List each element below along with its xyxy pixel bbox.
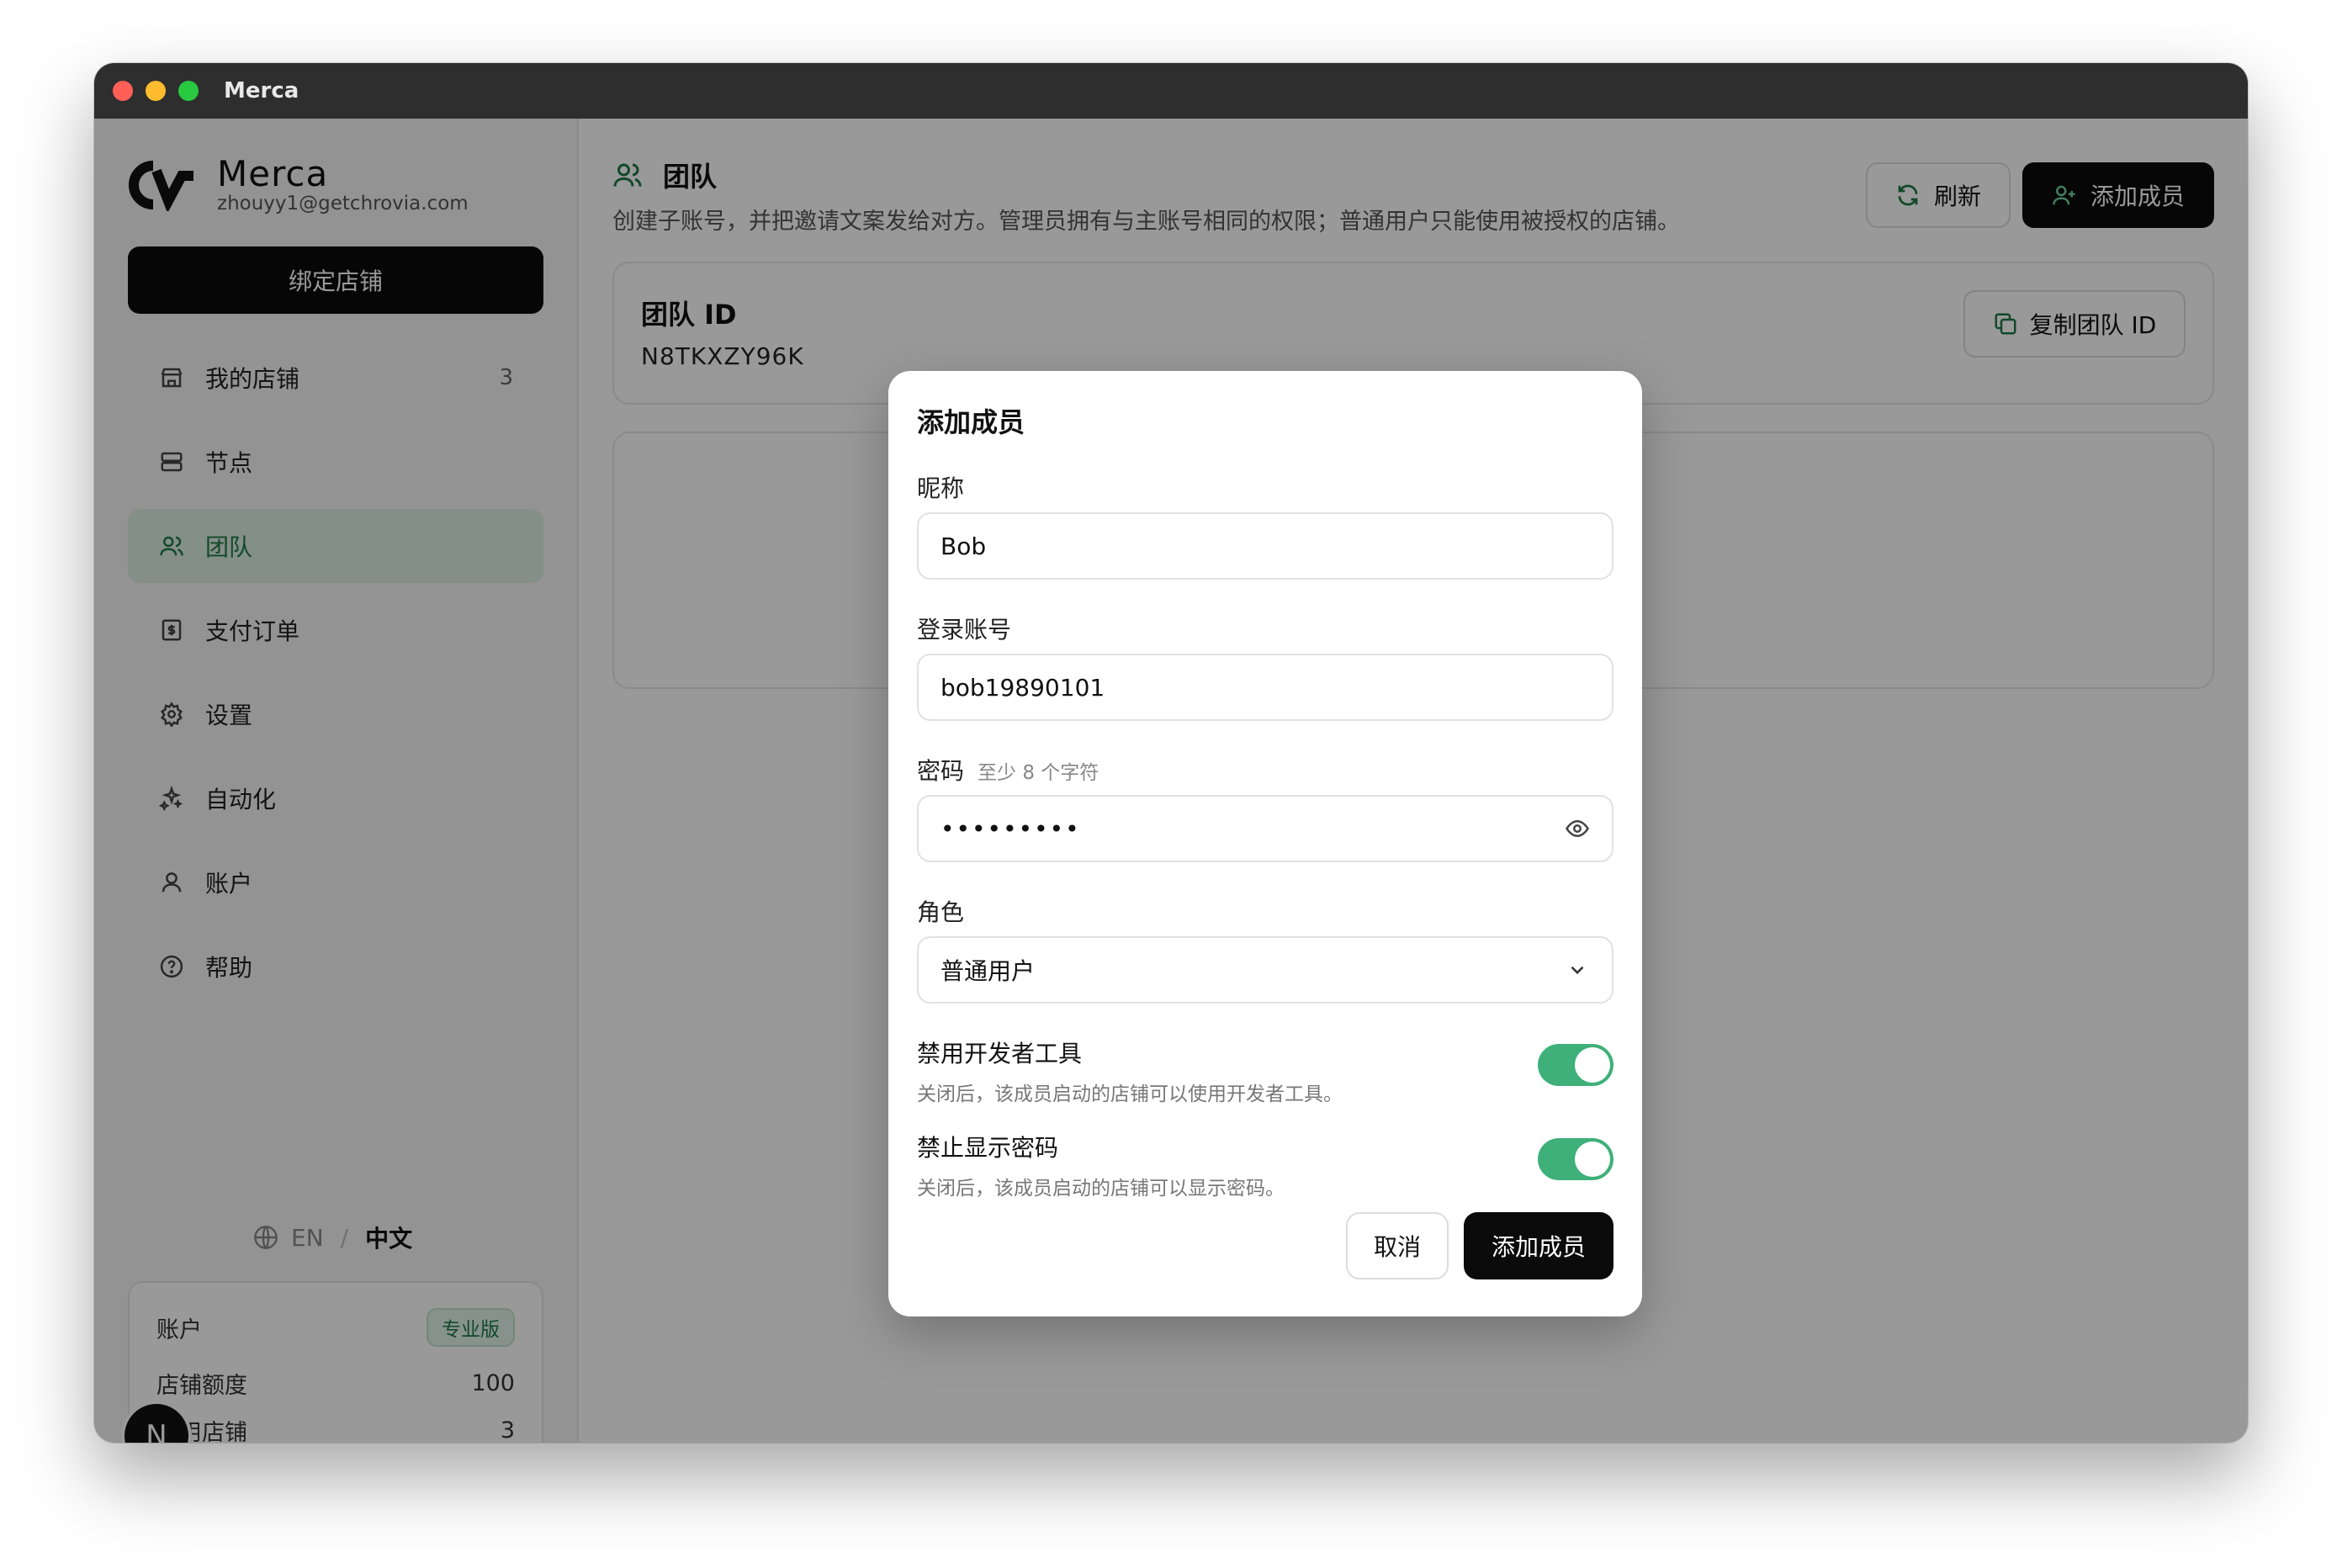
- window-title: Merca: [224, 78, 299, 103]
- disable-devtools-desc: 关闭后，该成员启动的店铺可以使用开发者工具。: [917, 1083, 1343, 1105]
- minimize-window-button[interactable]: [146, 81, 166, 101]
- add-member-dialog: 添加成员 昵称 Bob 登录账号 bob19890101 密码 至少 8 个字符 …: [888, 371, 1642, 1316]
- app-window: Merca Merca zhouyy1@getchrovia.com 绑定店铺: [94, 63, 2248, 1443]
- login-account-label: 登录账号: [917, 616, 1012, 644]
- password-hint: 至少 8 个字符: [978, 762, 1099, 784]
- hide-password-toggle[interactable]: [1538, 1138, 1613, 1180]
- eye-icon[interactable]: [1563, 814, 1592, 843]
- login-account-input[interactable]: bob19890101: [917, 654, 1613, 721]
- password-label: 密码 至少 8 个字符: [917, 753, 1099, 787]
- close-window-button[interactable]: [113, 81, 133, 101]
- toggle-knob: [1575, 1142, 1610, 1177]
- role-label: 角色: [917, 898, 965, 926]
- disable-devtools-toggle[interactable]: [1538, 1044, 1613, 1086]
- role-value: 普通用户: [941, 957, 1036, 985]
- zoom-window-button[interactable]: [178, 81, 199, 101]
- password-input[interactable]: •••••••••: [917, 795, 1613, 862]
- password-masked-value: •••••••••: [941, 814, 1081, 843]
- window-controls: [113, 81, 199, 101]
- password-label-text: 密码: [917, 757, 965, 785]
- cancel-button[interactable]: 取消: [1346, 1212, 1449, 1279]
- submit-add-member-button[interactable]: 添加成员: [1464, 1212, 1613, 1279]
- nickname-input[interactable]: Bob: [917, 512, 1613, 580]
- title-bar: Merca: [94, 63, 2248, 119]
- dialog-title: 添加成员: [917, 406, 1025, 438]
- role-select[interactable]: 普通用户: [917, 936, 1613, 1004]
- toggle-knob: [1575, 1047, 1610, 1083]
- disable-devtools-title: 禁用开发者工具: [917, 1040, 1083, 1067]
- nickname-value: Bob: [941, 532, 987, 560]
- chevron-down-icon: [1563, 956, 1592, 984]
- hide-password-title: 禁止显示密码: [917, 1134, 1059, 1162]
- nickname-label: 昵称: [917, 474, 965, 502]
- login-account-value: bob19890101: [941, 673, 1105, 702]
- hide-password-row: 禁止显示密码 关闭后，该成员启动的店铺可以显示密码。: [917, 1130, 1613, 1200]
- hide-password-desc: 关闭后，该成员启动的店铺可以显示密码。: [917, 1178, 1285, 1200]
- disable-devtools-row: 禁用开发者工具 关闭后，该成员启动的店铺可以使用开发者工具。: [917, 1036, 1613, 1106]
